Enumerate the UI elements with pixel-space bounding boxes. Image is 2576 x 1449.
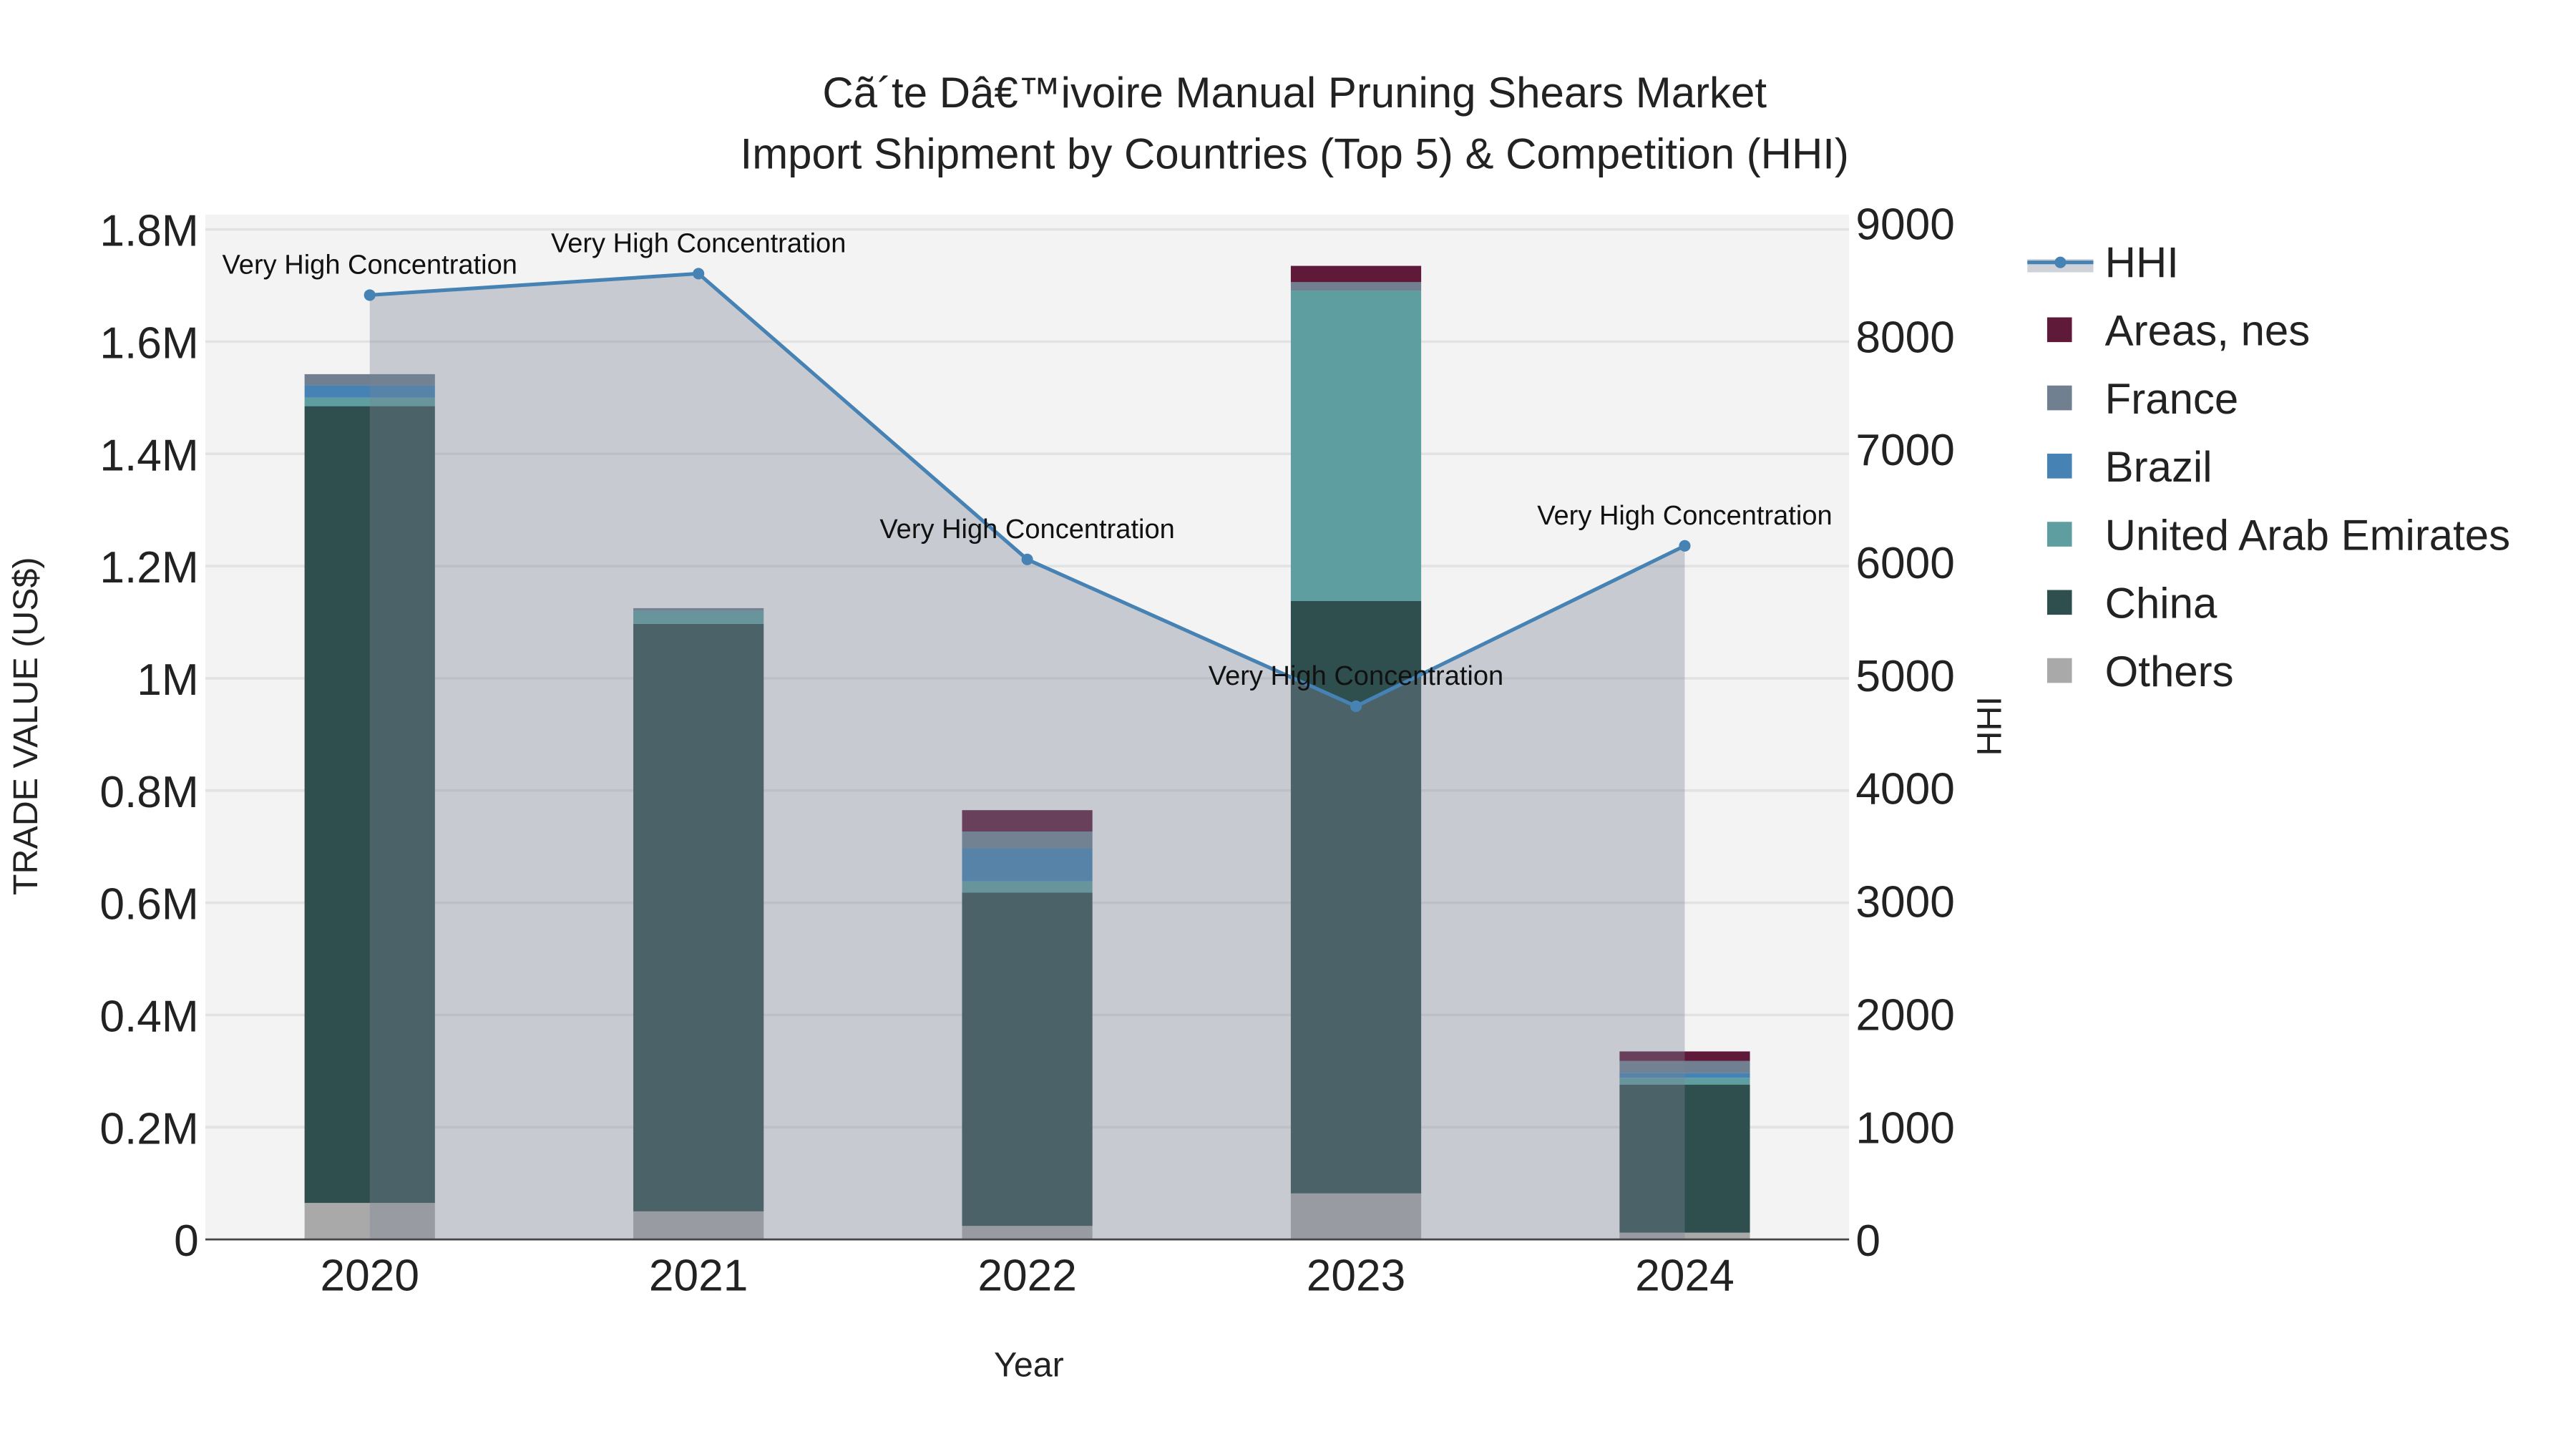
legend-hhi-marker <box>2054 256 2067 268</box>
y-tick-label: 0.8M <box>99 768 198 817</box>
legend-swatch <box>2046 590 2072 615</box>
y2-tick-label: 1000 <box>1855 1103 1955 1153</box>
legend: HHI Areas, nes France Brazil United Arab Emi… <box>2027 238 2510 696</box>
x-tick-label: 2023 <box>1307 1252 1406 1301</box>
y-axis-ticks: 0 0.2M 0.4M 0.6M 0.8M 1M 1.2M 1.4M 1.6M 1.8M <box>99 207 198 1267</box>
bar-france-2023 <box>1290 282 1422 291</box>
y2-tick-label: 3000 <box>1855 878 1955 927</box>
bar-united-arab-emirates-2023 <box>1290 291 1422 601</box>
legend-label: Others <box>2105 648 2234 696</box>
legend-label: HHI <box>2105 238 2179 286</box>
chart-subtitle: Import Shipment by Countries (Top 5) & C… <box>741 130 1849 177</box>
legend-swatch <box>2046 658 2072 683</box>
y2-tick-label: 6000 <box>1855 539 1955 588</box>
hhi-point-2023 <box>1350 700 1362 713</box>
legend-swatch <box>2046 454 2072 479</box>
chart: Very High Concentration Very High Concent… <box>6 69 2510 1385</box>
y-tick-label: 1.4M <box>99 431 198 480</box>
y2-tick-label: 0 <box>1855 1216 1880 1266</box>
y2-axis-ticks: 0 1000 2000 3000 4000 5000 6000 7000 8000 9000 <box>1855 200 1955 1266</box>
legend-label: Brazil <box>2105 443 2212 491</box>
y2-tick-label: 4000 <box>1855 765 1955 814</box>
x-axis-ticks: 2020 2021 2022 2023 2024 <box>320 1252 1734 1301</box>
y2-tick-label: 2000 <box>1855 990 1955 1040</box>
hhi-annotation: Very High Concentration <box>1209 661 1503 691</box>
bar-areas-nes-2023 <box>1290 265 1422 283</box>
legend-swatch <box>2046 385 2072 411</box>
x-tick-label: 2024 <box>1635 1252 1735 1301</box>
y-tick-label: 1M <box>137 655 199 705</box>
legend-swatch <box>2046 317 2072 343</box>
y-tick-label: 0.2M <box>99 1104 198 1153</box>
x-tick-label: 2021 <box>649 1252 748 1301</box>
x-axis-title: Year <box>994 1346 1064 1385</box>
y-axis-title: TRADE VALUE (US$) <box>6 557 45 895</box>
hhi-annotation: Very High Concentration <box>879 514 1174 545</box>
y2-axis-title: HHI <box>1970 696 2009 756</box>
y-tick-label: 0 <box>174 1216 199 1266</box>
hhi-point-2020 <box>364 289 376 301</box>
y-tick-label: 0.6M <box>99 880 198 930</box>
hhi-point-2022 <box>1021 553 1033 565</box>
legend-label: Areas, nes <box>2105 307 2311 355</box>
hhi-annotation: Very High Concentration <box>551 228 846 258</box>
x-tick-label: 2020 <box>320 1252 419 1301</box>
legend-label: United Arab Emirates <box>2105 511 2510 559</box>
hhi-point-2021 <box>693 268 705 280</box>
legend-label: France <box>2105 375 2239 423</box>
y-tick-label: 1.2M <box>99 543 198 592</box>
x-tick-label: 2022 <box>977 1252 1077 1301</box>
y2-tick-label: 5000 <box>1855 652 1955 701</box>
y2-tick-label: 7000 <box>1855 426 1955 475</box>
y2-tick-label: 8000 <box>1855 313 1955 362</box>
legend-label: China <box>2105 580 2218 628</box>
legend-swatch <box>2046 522 2072 547</box>
y-tick-label: 1.8M <box>99 207 198 256</box>
hhi-point-2024 <box>1679 540 1691 552</box>
hhi-annotation: Very High Concentration <box>1537 501 1832 531</box>
y-tick-label: 1.6M <box>99 318 198 368</box>
chart-title: Cã´te Dâ€™ivoire Manual Pruning Shears M… <box>822 69 1767 117</box>
y-tick-label: 0.4M <box>99 992 198 1041</box>
hhi-annotation: Very High Concentration <box>223 250 517 280</box>
y2-tick-label: 9000 <box>1855 200 1955 249</box>
